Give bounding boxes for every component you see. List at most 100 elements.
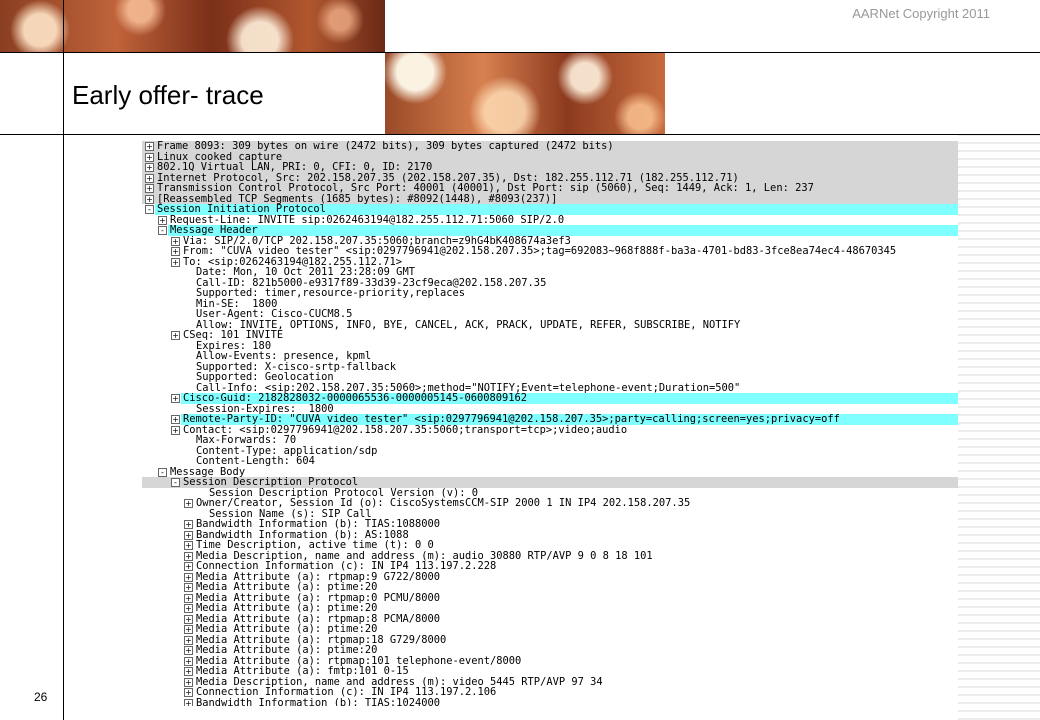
expand-icon[interactable]: + [171,394,180,403]
trace-line-text: Cisco-Guid: 2182828032-0000065536-000000… [183,392,528,404]
trace-line[interactable]: Allow-Events: presence, kpml [142,351,958,362]
trace-line[interactable]: Max-Forwards: 70 [142,435,958,446]
expand-icon[interactable]: + [184,677,193,687]
trace-line-text: Date: Mon, 10 Oct 2011 23:28:09 GMT [196,266,415,278]
trace-line-text: Transmission Control Protocol, Src Port:… [157,182,814,194]
trace-line[interactable]: + Cisco-Guid: 2182828032-0000065536-00000… [142,393,958,404]
collapse-icon[interactable]: - [145,205,154,214]
decorative-stripes [958,135,1040,720]
trace-line-text: Connection Information (c): IN IP4 113.1… [196,560,497,572]
expand-icon[interactable]: + [158,215,167,225]
trace-line[interactable]: User-Agent: Cisco-CUCM8.5 [142,309,958,320]
trace-line[interactable]: + Bandwidth Information (b): TIAS:1024000 [142,697,958,706]
expand-icon[interactable]: + [184,530,193,540]
collapse-icon[interactable]: - [158,467,167,477]
trace-line[interactable]: + Remote-Party-ID: "CUVA video tester" <s… [142,414,958,425]
expand-icon[interactable]: + [171,425,180,435]
expand-icon[interactable]: + [145,142,154,151]
expand-icon[interactable]: + [145,194,154,204]
trace-line-text: Supported: Geolocation [196,371,334,383]
trace-line-text: CSeq: 101 INVITE [183,329,284,341]
expand-icon[interactable]: + [184,541,193,550]
trace-line-text: 802.1Q Virtual LAN, PRI: 0, CFI: 0, ID: … [157,161,433,173]
expand-icon[interactable]: + [184,688,193,697]
header-rule [0,52,1040,53]
trace-line-text: Allow-Events: presence, kpml [196,350,372,362]
collapse-icon[interactable]: - [171,478,180,487]
expand-icon[interactable]: + [184,562,193,571]
expand-icon[interactable]: + [184,520,193,529]
expand-icon[interactable]: + [184,667,193,676]
expand-icon[interactable]: + [184,614,193,624]
title-rule [0,134,1040,135]
expand-icon[interactable]: + [184,572,193,582]
expand-icon[interactable]: + [184,499,193,508]
expand-icon[interactable]: + [145,184,154,193]
expand-icon[interactable]: + [171,331,180,340]
trace-line[interactable]: + Media Attribute (a): ptime:20 [142,582,958,593]
trace-line[interactable]: + Media Attribute (a): ptime:20 [142,645,958,656]
trace-line-text: Media Attribute (a): ptime:20 [196,623,378,635]
expand-icon[interactable]: + [184,698,193,706]
trace-line-text: Message Header [170,224,258,236]
trace-line[interactable]: + Owner/Creator, Session Id (o): CiscoSys… [142,498,958,509]
trace-line-text: User-Agent: Cisco-CUCM8.5 [196,308,353,320]
expand-icon[interactable]: + [145,173,154,183]
expand-icon[interactable]: + [171,257,180,267]
vertical-rule [63,0,64,720]
trace-line[interactable]: + Frame 8093: 309 bytes on wire (2472 bit… [142,141,958,152]
trace-line[interactable]: - Message Header [142,225,958,236]
trace-line-text: Session Initiation Protocol [157,203,326,215]
trace-line-text: Media Attribute (a): ptime:20 [196,602,378,614]
trace-line-text: Media Attribute (a): ptime:20 [196,581,378,593]
expand-icon[interactable]: + [171,247,180,256]
packet-detail-pane: + Frame 8093: 309 bytes on wire (2472 bit… [142,141,958,706]
trace-line-text: Owner/Creator, Session Id (o): CiscoSyst… [196,497,691,509]
expand-icon[interactable]: + [145,163,154,172]
trace-line[interactable]: + Media Attribute (a): ptime:20 [142,624,958,635]
collapse-icon[interactable]: - [158,226,167,235]
copyright-text: AARNet Copyright 2011 [852,6,990,21]
trace-line[interactable]: + Connection Information (c): IN IP4 113.… [142,561,958,572]
trace-line[interactable]: - Session Initiation Protocol [142,204,958,215]
header-photo-strip [0,0,385,52]
trace-line-text: Remote-Party-ID: "CUVA video tester" <si… [183,413,840,425]
trace-line[interactable]: Supported: Geolocation [142,372,958,383]
trace-line[interactable]: + CSeq: 101 INVITE [142,330,958,341]
trace-line[interactable]: + From: "CUVA video tester" <sip:02977969… [142,246,958,257]
trace-line-text: From: "CUVA video tester" <sip:029779694… [183,245,897,257]
expand-icon[interactable]: + [184,551,193,561]
trace-line[interactable]: + Connection Information (c): IN IP4 113.… [142,687,958,698]
expand-icon[interactable]: + [184,635,193,645]
expand-icon[interactable]: + [184,625,193,634]
trace-line-text: Connection Information (c): IN IP4 113.1… [196,686,497,698]
trace-line-text: Time Description, active time (t): 0 0 [196,539,434,551]
trace-line-text: Media Attribute (a): fmtp:101 0-15 [196,665,409,677]
trace-line[interactable]: + Media Attribute (a): ptime:20 [142,603,958,614]
trace-line-text: Session Description Protocol [183,476,359,488]
page-number: 26 [34,690,48,704]
expand-icon[interactable]: + [184,646,193,655]
trace-line[interactable]: Supported: timer,resource-priority,repla… [142,288,958,299]
expand-icon[interactable]: + [184,593,193,603]
trace-line-text: Content-Length: 604 [196,455,315,467]
trace-line[interactable]: Date: Mon, 10 Oct 2011 23:28:09 GMT [142,267,958,278]
trace-line[interactable]: Content-Length: 604 [142,456,958,467]
trace-line-text: Bandwidth Information (b): TIAS:1088000 [196,518,440,530]
trace-line[interactable]: + Time Description, active time (t): 0 0 [142,540,958,551]
slide-title: Early offer- trace [72,80,264,110]
expand-icon[interactable]: + [184,583,193,592]
trace-line[interactable]: + Request-Line: INVITE sip:0262463194@182… [142,214,958,226]
trace-line[interactable]: - Session Description Protocol [142,477,958,488]
trace-line[interactable]: + Bandwidth Information (b): TIAS:1088000 [142,519,958,530]
expand-icon[interactable]: + [171,415,180,424]
expand-icon[interactable]: + [184,656,193,666]
trace-line-text: Media Attribute (a): ptime:20 [196,644,378,656]
expand-icon[interactable]: + [145,152,154,162]
expand-icon[interactable]: + [184,604,193,613]
trace-line[interactable]: + Media Attribute (a): fmtp:101 0-15 [142,666,958,677]
trace-line[interactable]: + Transmission Control Protocol, Src Port… [142,183,958,194]
trace-line-text: Frame 8093: 309 bytes on wire (2472 bits… [157,141,614,152]
expand-icon[interactable]: + [171,236,180,246]
trace-line[interactable]: +802.1Q Virtual LAN, PRI: 0, CFI: 0, ID:… [142,162,958,173]
